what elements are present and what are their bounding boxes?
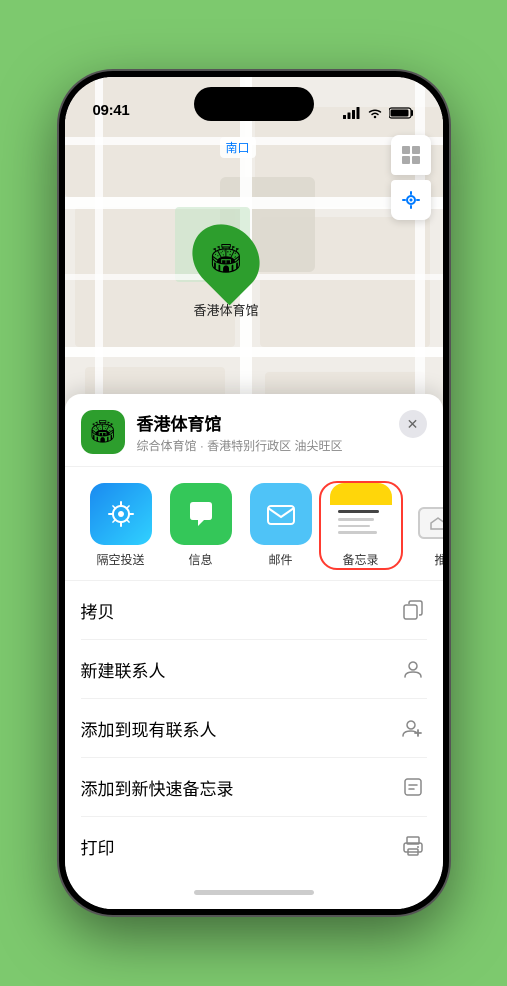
add-existing-icon: [399, 714, 427, 742]
copy-label: 拷贝: [81, 598, 115, 623]
share-row: 隔空投送 信息: [65, 467, 443, 581]
share-item-mail[interactable]: 邮件: [241, 483, 321, 568]
venue-info: 香港体育馆 综合体育馆 · 香港特别行政区 油尖旺区: [137, 410, 427, 454]
new-contact-icon: [399, 655, 427, 683]
more-icon-container: [410, 483, 443, 545]
share-item-more[interactable]: 推: [401, 483, 443, 568]
venue-sub: 综合体育馆 · 香港特别行政区 油尖旺区: [137, 437, 427, 454]
home-bar: [194, 890, 314, 895]
status-time: 09:41: [93, 102, 130, 119]
venue-icon: 🏟: [81, 410, 125, 454]
sheet-header: 🏟 香港体育馆 综合体育馆 · 香港特别行政区 油尖旺区 ✕: [65, 394, 443, 467]
home-indicator: [65, 875, 443, 909]
action-list: 拷贝 新建联系人: [65, 581, 443, 875]
copy-icon: [399, 596, 427, 624]
share-item-airdrop[interactable]: 隔空投送: [81, 483, 161, 568]
share-item-notes[interactable]: 备忘录: [321, 483, 401, 568]
airdrop-label: 隔空投送: [96, 551, 144, 568]
messages-icon: [170, 483, 232, 545]
status-icons: [343, 107, 415, 119]
wifi-icon: [367, 107, 383, 119]
share-item-messages[interactable]: 信息: [161, 483, 241, 568]
pin-icon-inner: 🏟: [208, 242, 244, 275]
action-add-existing[interactable]: 添加到现有联系人: [81, 699, 427, 758]
airdrop-icon: [90, 483, 152, 545]
bottom-sheet: 🏟 香港体育馆 综合体育馆 · 香港特别行政区 油尖旺区 ✕: [65, 394, 443, 909]
phone-frame: 南口 🏟 香港体育馆: [59, 71, 449, 915]
add-existing-label: 添加到现有联系人: [81, 716, 217, 741]
quick-note-icon: [399, 773, 427, 801]
dynamic-island: [194, 87, 314, 121]
print-label: 打印: [81, 834, 115, 859]
new-contact-label: 新建联系人: [81, 657, 166, 682]
map-type-button[interactable]: [391, 135, 431, 175]
action-print[interactable]: 打印: [81, 817, 427, 875]
action-copy[interactable]: 拷贝: [81, 581, 427, 640]
quick-note-label: 添加到新快速备忘录: [81, 775, 234, 800]
action-new-contact[interactable]: 新建联系人: [81, 640, 427, 699]
mail-icon: [250, 483, 312, 545]
location-pin: 🏟 香港体育馆: [194, 222, 259, 319]
north-label: 南口: [220, 137, 256, 158]
map-controls: [391, 135, 431, 220]
venue-name: 香港体育馆: [137, 410, 427, 435]
phone-screen: 南口 🏟 香港体育馆: [65, 77, 443, 909]
location-button[interactable]: [391, 180, 431, 220]
action-quick-note[interactable]: 添加到新快速备忘录: [81, 758, 427, 817]
more-label: 推: [434, 551, 442, 568]
signal-icon: [343, 107, 361, 119]
mail-label: 邮件: [268, 551, 292, 568]
notes-app-icon: [330, 483, 392, 545]
messages-label: 信息: [188, 551, 212, 568]
close-button[interactable]: ✕: [399, 410, 427, 438]
pin-label: 香港体育馆: [194, 300, 259, 319]
battery-icon: [389, 107, 415, 119]
print-icon: [399, 832, 427, 860]
notes-label: 备忘录: [342, 551, 378, 568]
